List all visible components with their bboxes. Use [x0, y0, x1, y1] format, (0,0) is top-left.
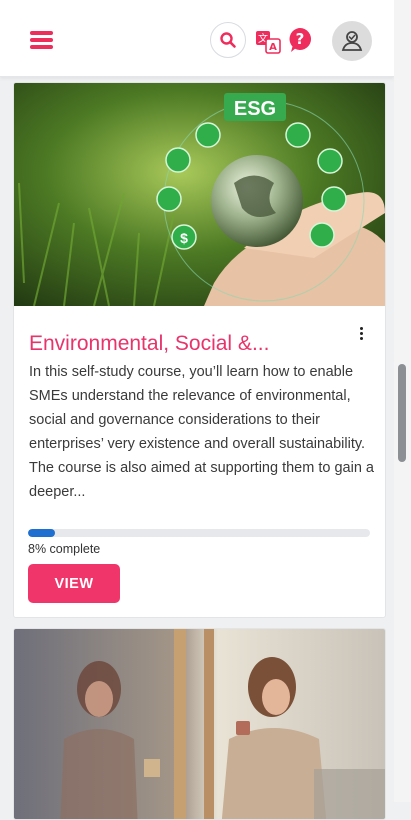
- course-card: [13, 628, 386, 820]
- hamburger-menu-icon[interactable]: [30, 30, 54, 50]
- course-image: [14, 629, 385, 819]
- top-app-bar: 文 A ?: [0, 0, 394, 77]
- course-card: ESG $ Environmental, Social &... In this…: [13, 82, 386, 618]
- question-help-icon[interactable]: ?: [288, 27, 312, 53]
- svg-text:$: $: [180, 230, 188, 246]
- more-options-icon[interactable]: [356, 325, 366, 341]
- esg-badge-text: ESG: [234, 98, 276, 120]
- translate-icon[interactable]: 文 A: [255, 29, 281, 55]
- search-button[interactable]: [210, 22, 246, 58]
- user-avatar-button[interactable]: [332, 21, 372, 61]
- progress-bar-fill: [28, 529, 56, 537]
- scrollbar-thumb[interactable]: [398, 364, 406, 462]
- view-course-button[interactable]: VIEW: [28, 564, 120, 603]
- svg-text:?: ?: [296, 30, 305, 48]
- course-title[interactable]: Environmental, Social &...: [29, 332, 329, 356]
- svg-text:A: A: [269, 42, 277, 53]
- course-description: In this self-study course, you’ll learn …: [29, 364, 374, 500]
- user-avatar-icon: [341, 31, 363, 51]
- search-icon: [220, 32, 236, 48]
- course-image-esg: ESG $: [14, 83, 385, 306]
- progress-label: 8% complete: [28, 542, 101, 556]
- progress-bar: [28, 529, 370, 537]
